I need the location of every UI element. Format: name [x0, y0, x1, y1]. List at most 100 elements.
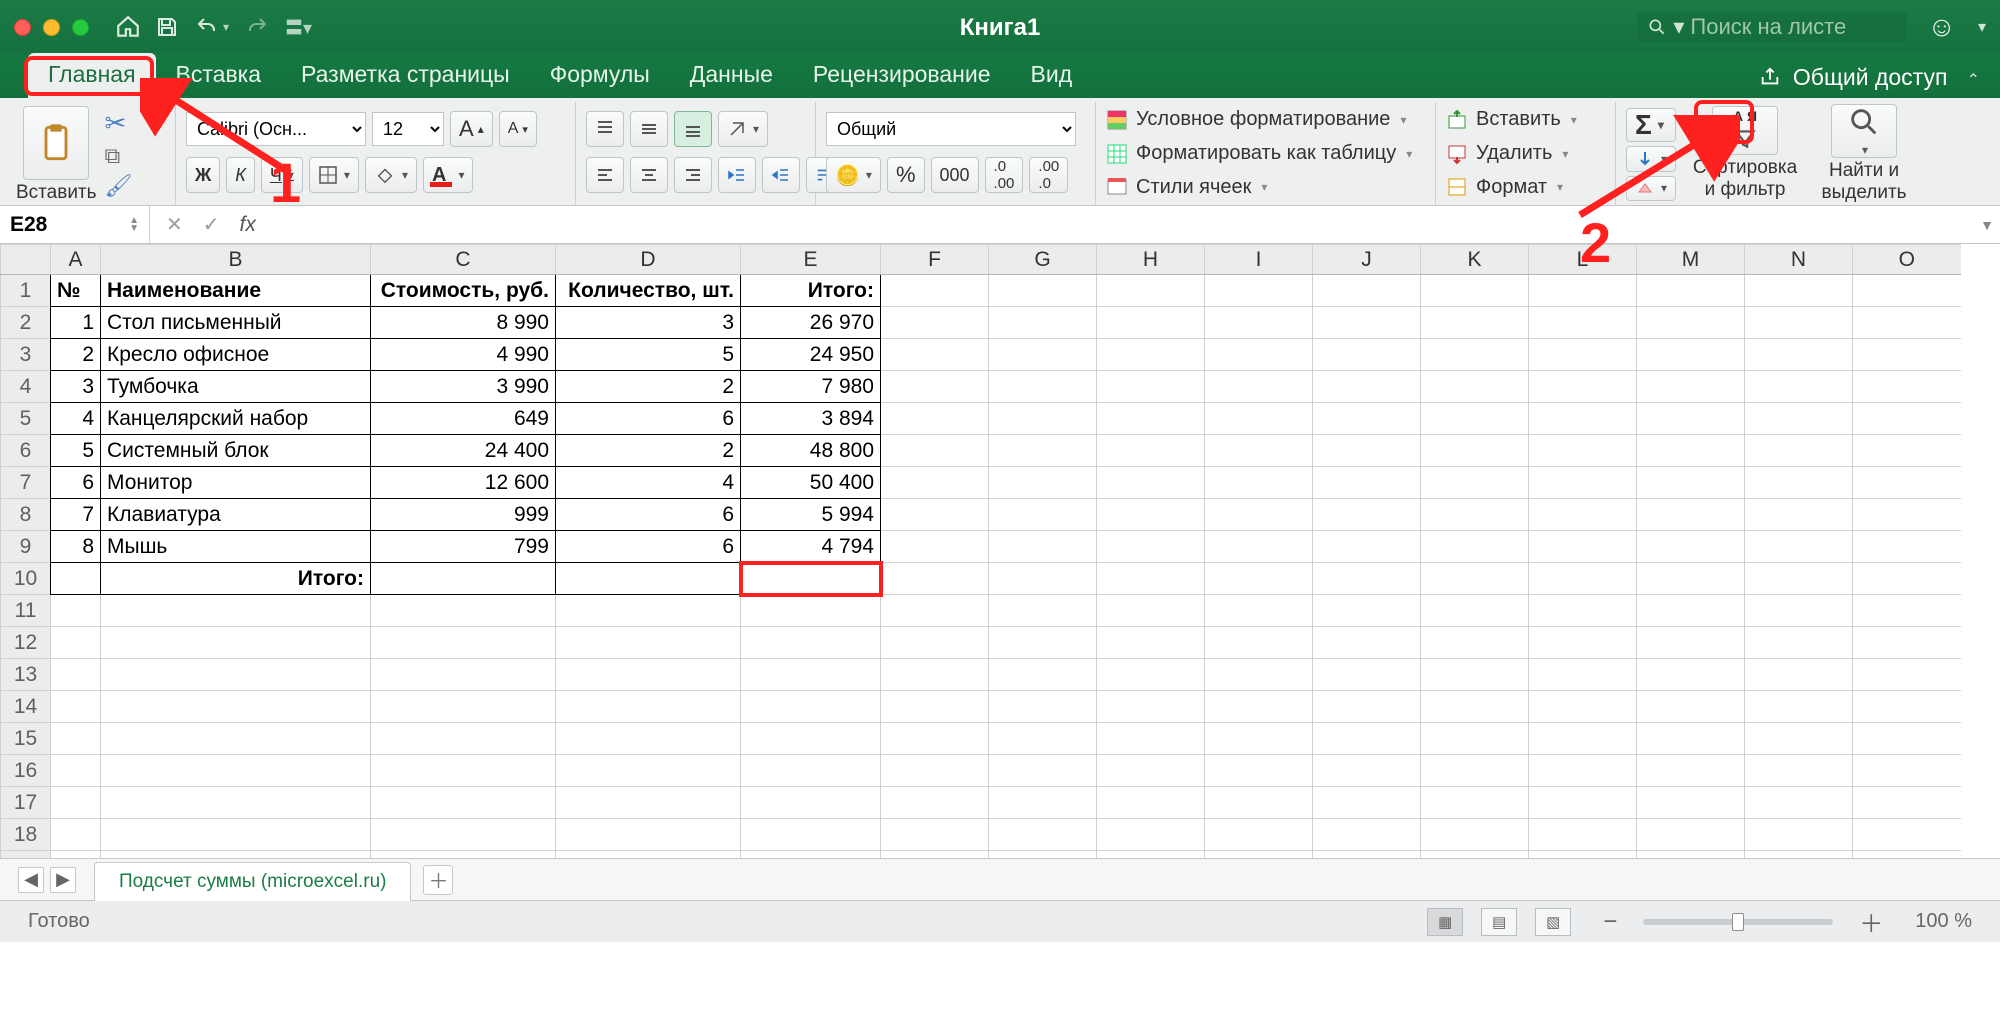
cell[interactable]: 7 980	[741, 371, 881, 403]
cell[interactable]	[1529, 307, 1637, 339]
cell[interactable]	[741, 851, 881, 859]
cell[interactable]: 3 990	[371, 371, 556, 403]
cell[interactable]: 5 994	[741, 499, 881, 531]
zoom-level[interactable]: 100 %	[1915, 910, 1972, 933]
number-format-select[interactable]: Общий	[826, 112, 1076, 146]
cell[interactable]: 50 400	[741, 467, 881, 499]
cell[interactable]	[1421, 787, 1529, 819]
cell[interactable]: Тумбочка	[101, 371, 371, 403]
cell[interactable]	[1637, 339, 1745, 371]
cell[interactable]	[1853, 787, 1961, 819]
cell[interactable]	[741, 659, 881, 691]
cell[interactable]	[1205, 371, 1313, 403]
cell[interactable]	[1097, 371, 1205, 403]
row-header[interactable]: 11	[1, 595, 51, 627]
cell[interactable]	[51, 851, 101, 859]
cell[interactable]	[1421, 499, 1529, 531]
find-select-button[interactable]: ▾	[1831, 104, 1897, 158]
add-sheet-button[interactable]: ＋	[423, 865, 453, 895]
cell[interactable]	[1529, 275, 1637, 307]
cell[interactable]	[1745, 787, 1853, 819]
cell[interactable]	[989, 627, 1097, 659]
column-header[interactable]: C	[371, 245, 556, 275]
align-right-button[interactable]	[674, 157, 712, 193]
toolbar-dropdown-icon[interactable]: 〓▾	[285, 14, 312, 40]
tab-page-layout[interactable]: Разметка страницы	[281, 53, 530, 98]
cell[interactable]	[1637, 627, 1745, 659]
cell[interactable]	[1421, 659, 1529, 691]
cell[interactable]	[881, 435, 989, 467]
column-header[interactable]: K	[1421, 245, 1529, 275]
format-cells-button[interactable]: Формат▾	[1446, 173, 1605, 201]
align-center-button[interactable]	[630, 157, 668, 193]
cell[interactable]	[881, 339, 989, 371]
cell[interactable]	[1097, 691, 1205, 723]
select-all-corner[interactable]	[1, 245, 51, 275]
cell[interactable]	[1205, 499, 1313, 531]
cell[interactable]: 48 800	[741, 435, 881, 467]
cell[interactable]	[989, 403, 1097, 435]
fill-button[interactable]: ▾	[1626, 146, 1676, 172]
cell[interactable]: 1	[51, 307, 101, 339]
cell[interactable]	[1745, 659, 1853, 691]
cell[interactable]	[1421, 755, 1529, 787]
cell[interactable]: 4 794	[741, 531, 881, 563]
name-box[interactable]: ▲▼	[0, 206, 150, 243]
cell[interactable]: 999	[371, 499, 556, 531]
cell[interactable]	[1529, 339, 1637, 371]
cell[interactable]	[1637, 275, 1745, 307]
cell[interactable]	[371, 563, 556, 595]
cell[interactable]	[1313, 403, 1421, 435]
cell[interactable]	[1421, 851, 1529, 859]
cell[interactable]	[881, 755, 989, 787]
cell[interactable]	[1745, 563, 1853, 595]
comma-style-button[interactable]: 000	[931, 157, 979, 193]
cell[interactable]	[101, 595, 371, 627]
cell[interactable]	[51, 595, 101, 627]
cell[interactable]	[1313, 275, 1421, 307]
cell[interactable]	[1205, 595, 1313, 627]
cell[interactable]	[371, 723, 556, 755]
cell[interactable]	[1421, 595, 1529, 627]
cell[interactable]	[1313, 499, 1421, 531]
cell[interactable]	[1421, 371, 1529, 403]
column-header[interactable]: O	[1853, 245, 1961, 275]
cell[interactable]	[881, 659, 989, 691]
cell[interactable]: Системный блок	[101, 435, 371, 467]
cell[interactable]	[1097, 851, 1205, 859]
next-sheet-button[interactable]: ▶	[50, 867, 76, 893]
align-bottom-button[interactable]	[674, 111, 712, 147]
cell[interactable]	[1097, 467, 1205, 499]
cell[interactable]	[741, 627, 881, 659]
cell[interactable]	[556, 627, 741, 659]
cell[interactable]	[1421, 563, 1529, 595]
decrease-decimal-button[interactable]: .00.0	[1029, 157, 1068, 193]
cell[interactable]	[1637, 531, 1745, 563]
cell[interactable]: 5	[51, 435, 101, 467]
cell[interactable]: 6	[51, 467, 101, 499]
cell[interactable]	[1097, 435, 1205, 467]
cell[interactable]	[1853, 851, 1961, 859]
row-header[interactable]: 15	[1, 723, 51, 755]
sheet-search[interactable]: ▾ Поиск на листе	[1637, 12, 1907, 42]
cell[interactable]	[1637, 755, 1745, 787]
cell[interactable]	[556, 659, 741, 691]
cell[interactable]	[1853, 499, 1961, 531]
cell[interactable]	[1205, 851, 1313, 859]
cell[interactable]	[1529, 403, 1637, 435]
cell[interactable]: 24 950	[741, 339, 881, 371]
cell[interactable]	[1097, 723, 1205, 755]
cell[interactable]	[881, 851, 989, 859]
home-icon[interactable]	[115, 14, 141, 40]
cell[interactable]	[1529, 467, 1637, 499]
cell[interactable]	[1745, 755, 1853, 787]
cell[interactable]	[1529, 435, 1637, 467]
cell[interactable]	[1637, 819, 1745, 851]
cell[interactable]	[1745, 275, 1853, 307]
cell[interactable]: Монитор	[101, 467, 371, 499]
cell[interactable]	[1529, 691, 1637, 723]
cell[interactable]	[1745, 627, 1853, 659]
cell[interactable]	[741, 691, 881, 723]
cell[interactable]	[989, 691, 1097, 723]
increase-indent-button[interactable]	[762, 157, 800, 193]
